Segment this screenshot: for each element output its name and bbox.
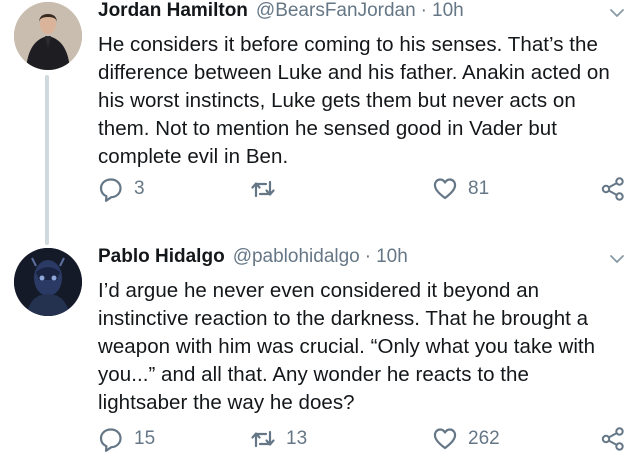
retweet-icon [251, 430, 275, 448]
avatar[interactable] [14, 2, 82, 70]
reply-count: 3 [134, 178, 145, 199]
tweet[interactable]: Jordan Hamilton @BearsFanJordan · 10h He… [98, 0, 626, 202]
share-button[interactable] [600, 176, 626, 202]
retweet-button[interactable] [250, 176, 286, 202]
tweet-text: I’d argue he never even considered it be… [98, 279, 596, 414]
tweet[interactable]: Pablo Hidalgo @pablohidalgo · 10h I’d ar… [98, 246, 626, 452]
separator-dot: · [420, 0, 427, 21]
timestamp[interactable]: 10h [432, 0, 464, 22]
avatar-image [14, 248, 82, 316]
tweet-header: Jordan Hamilton @BearsFanJordan · 10h [98, 0, 626, 28]
avatar-image [14, 2, 82, 70]
share-button[interactable] [600, 426, 626, 452]
retweet-button[interactable]: 13 [250, 426, 307, 452]
like-count: 262 [468, 428, 500, 449]
reply-button[interactable]: 15 [98, 426, 155, 452]
like-count: 81 [468, 178, 490, 199]
reply-count: 15 [134, 428, 156, 449]
chevron-down-icon[interactable] [608, 250, 626, 268]
retweet-icon [251, 180, 275, 198]
thread-connector-line [45, 75, 49, 245]
separator-dot: · [364, 246, 372, 267]
share-icon [601, 177, 624, 201]
reply-icon [99, 178, 122, 202]
reply-icon [99, 428, 122, 452]
reply-button[interactable]: 3 [98, 176, 145, 202]
avatar[interactable] [14, 248, 82, 316]
retweet-count: 13 [286, 428, 308, 449]
tweet-actions: 15 13 262 [98, 426, 626, 454]
tweet-header: Pablo Hidalgo @pablohidalgo · 10h [98, 246, 626, 274]
share-icon [601, 427, 624, 451]
heart-icon [433, 178, 457, 200]
like-button[interactable]: 81 [432, 176, 489, 202]
author-name[interactable]: Jordan Hamilton [98, 0, 248, 22]
author-handle[interactable]: @pablohidalgo [233, 246, 360, 268]
author-name[interactable]: Pablo Hidalgo [98, 246, 225, 268]
chevron-down-icon[interactable] [608, 4, 626, 22]
tweet-actions: 3 81 [98, 176, 626, 204]
heart-icon [433, 428, 457, 450]
tweet-text: He considers it before coming to his sen… [98, 33, 610, 168]
like-button[interactable]: 262 [432, 426, 500, 452]
author-handle[interactable]: @BearsFanJordan [256, 0, 416, 22]
timestamp[interactable]: 10h [376, 246, 408, 268]
